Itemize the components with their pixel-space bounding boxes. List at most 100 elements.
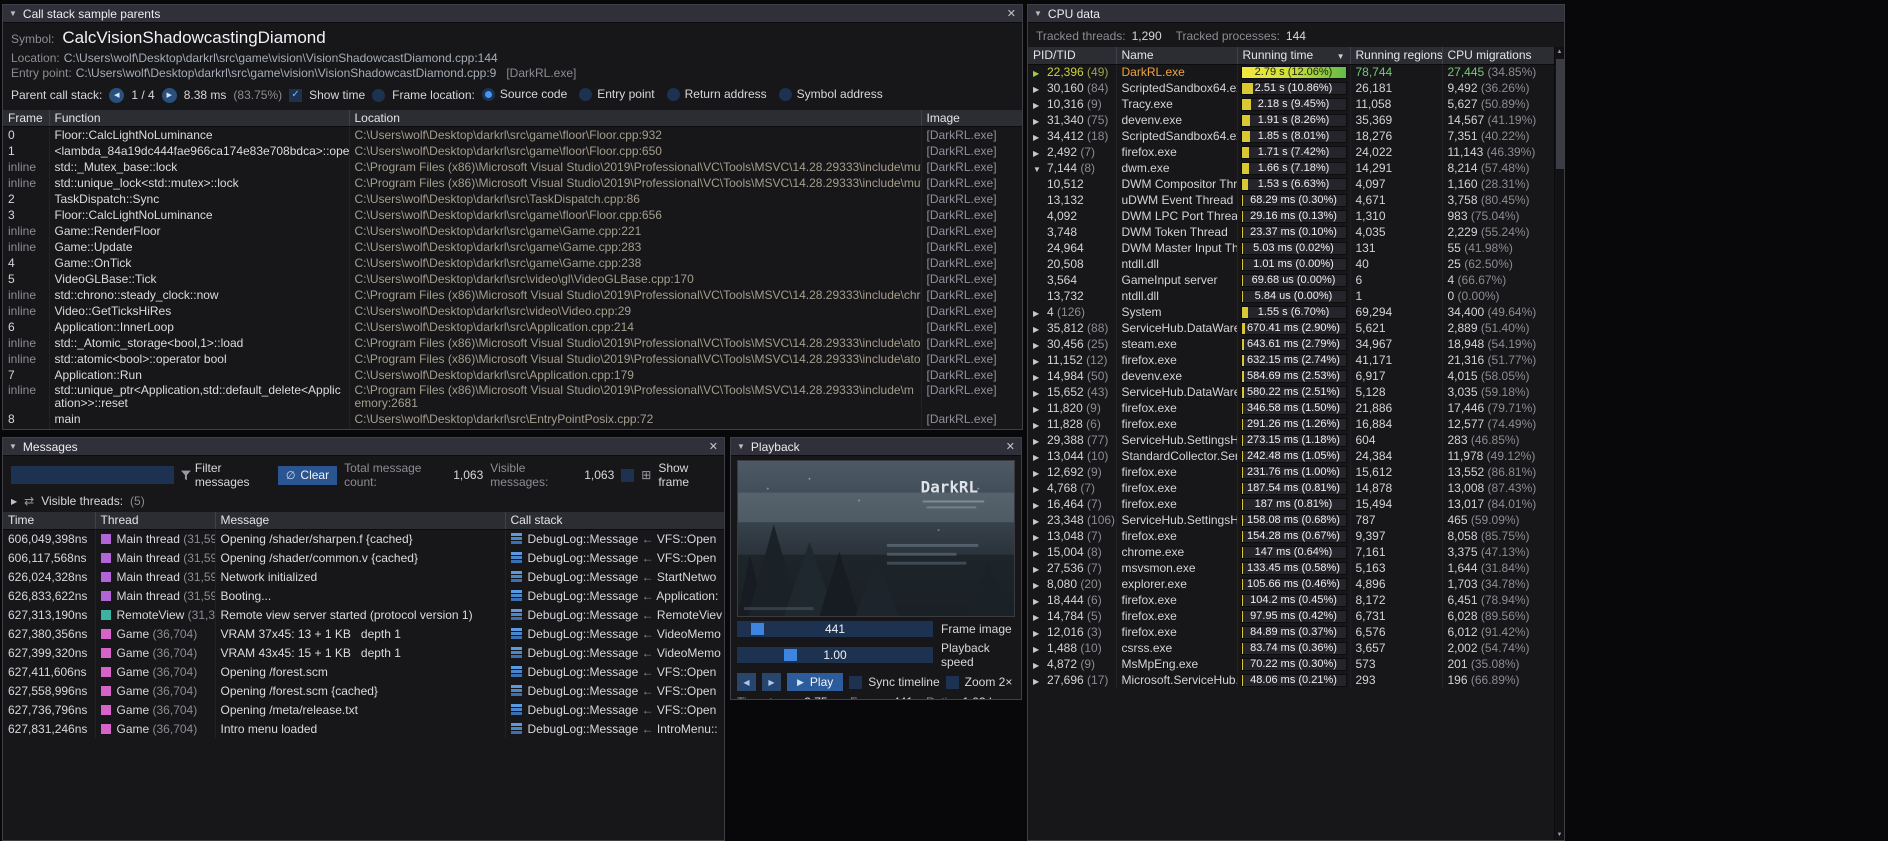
message-row[interactable]: 606,117,568nsMain thread (31,596)Opening…: [3, 548, 724, 567]
cpu-process-row[interactable]: ▶2,492 (7)firefox.exe1.71 s (7.42%)24,02…: [1028, 144, 1554, 160]
scroll-down-icon[interactable]: ▼: [1557, 830, 1563, 840]
message-callstack[interactable]: DebugLog::Message ← VFS::Open: [505, 529, 724, 548]
collapse-icon[interactable]: ▼: [1033, 165, 1047, 174]
message-row[interactable]: 626,024,328nsMain thread (31,596)Network…: [3, 567, 724, 586]
close-icon[interactable]: ✕: [709, 440, 718, 453]
expand-icon[interactable]: ▶: [1033, 325, 1047, 334]
message-callstack[interactable]: DebugLog::Message ← StartNetwo: [505, 567, 724, 586]
cpu-process-row[interactable]: ▶11,152 (12)firefox.exe632.15 ms (2.74%)…: [1028, 352, 1554, 368]
cpu-thread-row[interactable]: 4,092DWM LPC Port Thread29.16 ms (0.13%)…: [1028, 208, 1554, 224]
cpu-thread-row[interactable]: 10,512DWM Compositor Thread1.53 s (6.63%…: [1028, 176, 1554, 192]
expand-icon[interactable]: ▶: [1033, 661, 1047, 670]
cpu-process-row[interactable]: ▶10,316 (9)Tracy.exe2.18 s (9.45%)11,058…: [1028, 96, 1554, 112]
message-callstack[interactable]: DebugLog::Message ← VFS::Open: [505, 681, 724, 700]
cpu-process-row[interactable]: ▶4,872 (9)MsMpEng.exe70.22 ms (0.30%)573…: [1028, 656, 1554, 672]
message-row[interactable]: 627,399,320nsGame (36,704)VRAM 43x45: 15…: [3, 643, 724, 662]
visible-threads-row[interactable]: ▶ ⇄ Visible threads: (5): [3, 492, 724, 512]
cpu-process-row[interactable]: ▶4,768 (7)firefox.exe187.54 ms (0.81%)14…: [1028, 480, 1554, 496]
expand-icon[interactable]: ▶: [1033, 645, 1047, 654]
callstack-row[interactable]: inlinestd::atomic<bool>::operator boolC:…: [3, 351, 1022, 367]
zoom-checkbox[interactable]: [946, 676, 959, 689]
expand-icon[interactable]: ▶: [1033, 341, 1047, 350]
expand-icon[interactable]: ▶: [1033, 69, 1047, 78]
cpu-process-row[interactable]: ▶30,456 (25)steam.exe643.61 ms (2.79%)34…: [1028, 336, 1554, 352]
callstack-row[interactable]: 9invoke_maind:\agent\_work\63\s\src\vcto…: [3, 427, 1022, 430]
messages-titlebar[interactable]: ▼ Messages ✕: [3, 438, 724, 456]
col-cpu-migrations[interactable]: CPU migrations: [1442, 47, 1554, 64]
message-row[interactable]: 606,049,398nsMain thread (31,596)Opening…: [3, 529, 724, 548]
frame-location-option[interactable]: Entry point: [579, 87, 654, 101]
callstack-row[interactable]: 2TaskDispatch::SyncC:\Users\wolf\Desktop…: [3, 191, 1022, 207]
cpu-process-row[interactable]: ▶12,692 (9)firefox.exe231.76 ms (1.00%)1…: [1028, 464, 1554, 480]
cpu-process-row[interactable]: ▶16,464 (7)firefox.exe187 ms (0.81%)15,4…: [1028, 496, 1554, 512]
cpu-process-row[interactable]: ▶1,488 (10)csrss.exe83.74 ms (0.36%)3,65…: [1028, 640, 1554, 656]
col-pid-tid[interactable]: PID/TID: [1028, 47, 1116, 64]
next-frame-button[interactable]: ▶: [762, 673, 781, 691]
expand-icon[interactable]: ▶: [1033, 501, 1047, 510]
scroll-up-icon[interactable]: ▲: [1557, 47, 1563, 57]
expand-icon[interactable]: ▶: [1033, 485, 1047, 494]
expand-icon[interactable]: ▶: [1033, 453, 1047, 462]
collapse-arrow-icon[interactable]: ▼: [737, 442, 745, 451]
expand-icon[interactable]: ▶: [1033, 437, 1047, 446]
cpu-thread-row[interactable]: 24,964DWM Master Input Thread5.03 ms (0.…: [1028, 240, 1554, 256]
expand-icon[interactable]: ▶: [1033, 117, 1047, 126]
message-row[interactable]: 627,831,246nsGame (36,704)Intro menu loa…: [3, 719, 724, 738]
expand-icon[interactable]: ▶: [1033, 597, 1047, 606]
message-callstack[interactable]: DebugLog::Message ← IntroMenu::: [505, 719, 724, 738]
prev-stack-button[interactable]: ◀: [109, 88, 124, 103]
expand-icon[interactable]: ▶: [11, 497, 17, 506]
message-callstack[interactable]: DebugLog::Message ← VFS::Open: [505, 548, 724, 567]
col-name[interactable]: Name: [1116, 47, 1237, 64]
expand-icon[interactable]: ▶: [1033, 581, 1047, 590]
cpu-process-row[interactable]: ▶18,444 (6)firefox.exe104.2 ms (0.45%)8,…: [1028, 592, 1554, 608]
cpu-process-row[interactable]: ▶27,536 (7)msvsmon.exe133.45 ms (0.58%)5…: [1028, 560, 1554, 576]
frame-location-option[interactable]: Return address: [667, 87, 767, 101]
message-row[interactable]: 626,833,622nsMain thread (31,596)Booting…: [3, 586, 724, 605]
callstack-row[interactable]: 3Floor::CalcLightNoLuminanceC:\Users\wol…: [3, 207, 1022, 223]
message-callstack[interactable]: DebugLog::Message ← RemoteViev: [505, 605, 724, 624]
callstack-row[interactable]: inlineVideo::GetTicksHiResC:\Users\wolf\…: [3, 303, 1022, 319]
callstack-row[interactable]: inlinestd::unique_ptr<Application,std::d…: [3, 383, 1022, 411]
cpu-titlebar[interactable]: ▼ CPU data: [1028, 5, 1564, 23]
show-time-checkbox[interactable]: ✓: [289, 89, 302, 102]
cpu-process-row[interactable]: ▶22,396 (49)DarkRL.exe2.79 s (12.06%)78,…: [1028, 64, 1554, 80]
playback-frame-image[interactable]: DarkRL: [737, 460, 1015, 617]
cpu-process-row[interactable]: ▶14,984 (50)devenv.exe584.69 ms (2.53%)6…: [1028, 368, 1554, 384]
expand-icon[interactable]: ▶: [1033, 405, 1047, 414]
cpu-thread-row[interactable]: 20,508ntdll.dll1.01 ms (0.00%)4025 (62.5…: [1028, 256, 1554, 272]
message-callstack[interactable]: DebugLog::Message ← VideoMemo: [505, 643, 724, 662]
frame-location-option[interactable]: Source code: [482, 87, 567, 101]
cpu-process-row[interactable]: ▶4 (126)System1.55 s (6.70%)69,29434,400…: [1028, 304, 1554, 320]
expand-icon[interactable]: ▶: [1033, 629, 1047, 638]
close-icon[interactable]: ✕: [1007, 7, 1016, 20]
expand-icon[interactable]: ▶: [1033, 133, 1047, 142]
callstack-titlebar[interactable]: ▼ Call stack sample parents ✕: [3, 5, 1022, 23]
callstack-row[interactable]: 6Application::InnerLoopC:\Users\wolf\Des…: [3, 319, 1022, 335]
expand-icon[interactable]: ▶: [1033, 613, 1047, 622]
callstack-row[interactable]: 4Game::OnTickC:\Users\wolf\Desktop\darkr…: [3, 255, 1022, 271]
callstack-row[interactable]: 5VideoGLBase::TickC:\Users\wolf\Desktop\…: [3, 271, 1022, 287]
message-callstack[interactable]: DebugLog::Message ← VFS::Open: [505, 662, 724, 681]
message-row[interactable]: 627,313,190nsRemoteView (31,392)Remote v…: [3, 605, 724, 624]
col-running-regions[interactable]: Running regions: [1350, 47, 1442, 64]
cpu-process-row[interactable]: ▶29,388 (77)ServiceHub.SettingsHost273.1…: [1028, 432, 1554, 448]
expand-icon[interactable]: ▶: [1033, 149, 1047, 158]
expand-icon[interactable]: ▶: [1033, 565, 1047, 574]
callstack-row[interactable]: inlinestd::unique_lock<std::mutex>::lock…: [3, 175, 1022, 191]
playback-titlebar[interactable]: ▼ Playback ✕: [731, 438, 1021, 456]
callstack-row[interactable]: inlinestd::_Mutex_base::lockC:\Program F…: [3, 159, 1022, 175]
show-frame-checkbox[interactable]: [621, 469, 634, 482]
message-callstack[interactable]: DebugLog::Message ← VFS::Open: [505, 700, 724, 719]
frame-location-option[interactable]: Symbol address: [779, 87, 883, 101]
next-stack-button[interactable]: ▶: [162, 88, 177, 103]
expand-icon[interactable]: ▶: [1033, 677, 1047, 686]
cpu-process-row[interactable]: ▶35,812 (88)ServiceHub.DataWarehou670.41…: [1028, 320, 1554, 336]
sync-timeline-checkbox[interactable]: [849, 676, 862, 689]
callstack-row[interactable]: 1<lambda_84a19dc444fae966ca174e83e708bdc…: [3, 143, 1022, 159]
expand-icon[interactable]: ▶: [1033, 357, 1047, 366]
callstack-row[interactable]: inlinestd::_Atomic_storage<bool,1>::load…: [3, 335, 1022, 351]
expand-icon[interactable]: ▶: [1033, 469, 1047, 478]
callstack-row[interactable]: inlineGame::RenderFloorC:\Users\wolf\Des…: [3, 223, 1022, 239]
cpu-process-row[interactable]: ▶15,004 (8)chrome.exe147 ms (0.64%)7,161…: [1028, 544, 1554, 560]
